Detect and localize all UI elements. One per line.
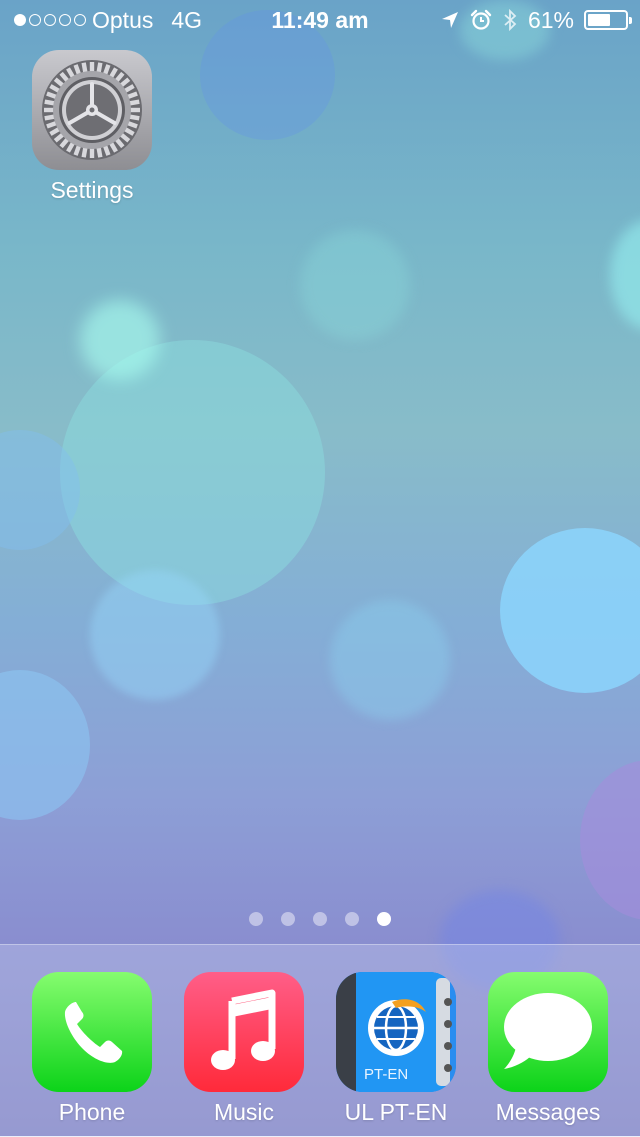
app-settings[interactable]: Settings (17, 50, 167, 204)
bluetooth-icon (504, 8, 517, 32)
status-bar: Optus 4G 11:49 am 61% (0, 0, 640, 40)
battery-percent: 61% (527, 7, 574, 33)
location-arrow-icon (441, 12, 458, 28)
speech-bubble-icon (504, 993, 592, 1069)
alarm-clock-icon (470, 9, 492, 30)
settings-app-icon[interactable] (32, 50, 152, 170)
app-music[interactable]: Music (169, 972, 319, 1126)
app-messages[interactable]: Messages (473, 972, 623, 1126)
page-dot[interactable] (345, 912, 359, 926)
page-dot-active[interactable] (377, 912, 391, 926)
app-ul-pt-en[interactable]: PT-EN UL PT-EN (321, 972, 471, 1126)
app-label-messages: Messages (495, 1099, 601, 1125)
phone-handset-icon (64, 1002, 123, 1063)
phone-app-icon[interactable] (32, 972, 152, 1092)
page-dot[interactable] (281, 912, 295, 926)
battery-fill (588, 14, 610, 26)
app-label-settings: Settings (50, 177, 134, 203)
gear-icon (42, 60, 142, 160)
app-label-ul-pt-en: UL PT-EN (344, 1099, 448, 1125)
page-dot[interactable] (313, 912, 327, 926)
messages-app-icon[interactable] (488, 972, 608, 1092)
page-indicator[interactable] (0, 912, 640, 926)
page-dot[interactable] (249, 912, 263, 926)
app-label-music: Music (213, 1099, 275, 1125)
app-phone[interactable]: Phone (17, 972, 167, 1126)
music-app-icon[interactable] (184, 972, 304, 1092)
app-badge-text: PT-EN (364, 1066, 409, 1083)
app-label-phone: Phone (58, 1099, 126, 1125)
battery-icon (584, 10, 632, 30)
music-note-icon (211, 989, 276, 1070)
dictionary-app-icon[interactable]: PT-EN (336, 972, 456, 1092)
